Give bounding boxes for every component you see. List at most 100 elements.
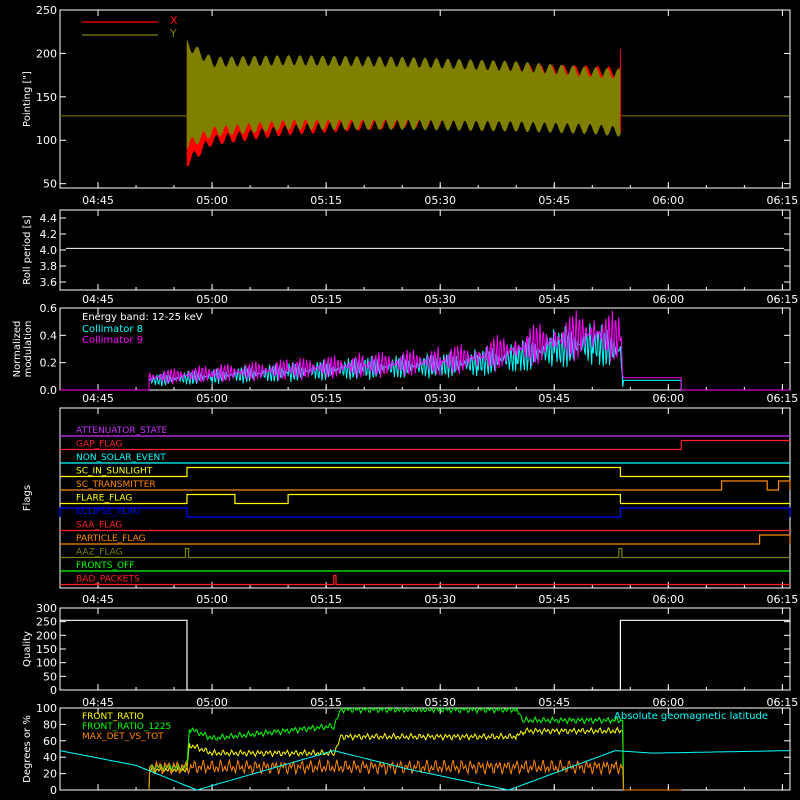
legend-label: FRONT_RATIO — [82, 712, 144, 722]
flag-label: SC_TRANSMITTER — [76, 480, 156, 490]
x-tick-label: 05:00 — [196, 593, 228, 606]
flag-label: GAP_FLAG — [76, 440, 122, 450]
x-tick-label: 06:00 — [652, 392, 684, 405]
legend-label: X — [170, 14, 178, 27]
x-tick-label: 05:30 — [424, 194, 456, 207]
plot-frame — [59, 209, 791, 291]
y-tick-label: 4.0 — [40, 244, 58, 257]
y-tick-label: 0.2 — [40, 357, 58, 370]
y-tick-label: 0.0 — [40, 384, 58, 397]
y-tick-label: 3.8 — [40, 260, 58, 273]
flag-label: PARTICLE_FLAG — [76, 534, 146, 544]
x-tick-label: 06:00 — [652, 696, 684, 709]
flag-line — [60, 466, 790, 478]
x-tick-label: 05:15 — [310, 293, 342, 306]
figure: 04:45 05:00 05:15 05:30 05:45 06:00 06:1550100… — [12, 4, 799, 797]
y-tick-label: 100 — [36, 657, 57, 670]
flag-label: AAZ_FLAG — [76, 548, 123, 558]
flag-label: BAD_PACKETS — [76, 575, 140, 585]
x-tick-label: 05:00 — [196, 392, 228, 405]
y-tick-label: 0 — [50, 684, 57, 697]
fronts-panel: 0 20 40 60 80 100Degrees or % FRONT_RATIOFRONT… — [22, 702, 791, 797]
legend-label: Collimator 9 — [82, 335, 143, 346]
y-pointing-band — [186, 39, 621, 150]
legend-label: Y — [169, 27, 177, 40]
y-tick-label: 4.2 — [40, 228, 58, 241]
pointing-panel: 04:45 05:00 05:15 05:30 05:45 06:00 06:15 50 100… — [22, 4, 798, 207]
y-axis-label: Flags — [22, 485, 33, 511]
flag-label: FRONTS_OFF — [76, 561, 134, 571]
legend-label: FRONT_RATIO_1225 — [82, 722, 171, 732]
x-tick-label: 06:15 — [767, 293, 799, 306]
flag-line — [60, 547, 790, 559]
flag-line — [60, 480, 791, 491]
x-tick-label: 05:15 — [310, 392, 342, 405]
fronts-series-line — [148, 758, 682, 791]
quality-line — [60, 619, 790, 691]
x-tick-label: 04:45 — [82, 293, 114, 306]
x-tick-label: 04:45 — [82, 696, 114, 709]
x-tick-label: 05:00 — [196, 293, 228, 306]
x-tick-label: 06:15 — [767, 593, 799, 606]
x-tick-label: 05:15 — [310, 696, 342, 709]
y-tick-label: 50 — [43, 670, 57, 683]
y-tick-label: 150 — [36, 643, 57, 656]
x-tick-label: 06:15 — [767, 696, 799, 709]
y-tick-label: 50 — [43, 178, 57, 191]
x-tick-label: 04:45 — [82, 593, 114, 606]
x-tick-label: 05:45 — [538, 392, 570, 405]
x-tick-label: 05:15 — [310, 593, 342, 606]
y-tick-label: 4.4 — [40, 212, 58, 225]
fronts-series-line — [148, 706, 682, 791]
x-tick-label: 04:45 — [82, 194, 114, 207]
x-tick-label: 05:45 — [538, 593, 570, 606]
y-tick-label: 20 — [43, 768, 57, 781]
y-axis-label: Roll period [s] — [22, 215, 33, 284]
legend-label: MAX_DET_VS_TOT — [82, 732, 164, 742]
y-tick-label: 3.6 — [40, 276, 58, 289]
flag-label: SAA_FLAG — [76, 521, 122, 531]
x-tick-label: 05:00 — [196, 696, 228, 709]
y-tick-label: 80 — [43, 718, 57, 731]
y-axis-label: Degrees or % — [22, 715, 33, 783]
quality-panel: 04:45 05:00 05:15 05:30 05:45 06:00 06:15 05010… — [22, 602, 798, 709]
y-tick-label: 40 — [43, 751, 57, 764]
y-tick-label: 150 — [36, 91, 57, 104]
y-tick-label: 250 — [36, 4, 57, 17]
x-tick-label: 05:45 — [538, 194, 570, 207]
modulation-panel: 04:45 05:00 05:15 05:30 05:45 06:00 06:15 0.0 0.… — [12, 302, 798, 405]
plot-frame — [59, 407, 791, 589]
y-axis-label: Normalized — [12, 321, 23, 378]
y-tick-label: 0 — [50, 784, 57, 797]
flags-panel: 04:45 05:00 05:15 05:30 05:45 06:00 06:15 Flags… — [22, 407, 799, 606]
x-tick-label: 06:00 — [652, 194, 684, 207]
x-tick-label: 05:45 — [538, 293, 570, 306]
flag-line — [60, 439, 790, 451]
y-tick-label: 200 — [36, 629, 57, 642]
y-axis-label: Pointing ["] — [22, 71, 33, 127]
legend-label: Absolute geomagnetic latitude — [614, 711, 768, 722]
x-tick-label: 05:30 — [424, 696, 456, 709]
y-tick-label: 0.6 — [40, 302, 58, 315]
flag-label: FLARE_FLAG — [76, 494, 132, 504]
y-tick-label: 300 — [36, 602, 57, 615]
x-tick-label: 06:15 — [767, 392, 799, 405]
flag-line — [59, 507, 791, 518]
flag-line — [60, 574, 790, 586]
collimator-8-line — [60, 323, 790, 391]
energy-band-label: Energy band: 12-25 keV — [82, 312, 203, 323]
x-tick-label: 05:30 — [424, 392, 456, 405]
y-tick-label: 60 — [43, 735, 57, 748]
x-tick-label: 06:00 — [652, 593, 684, 606]
legend-label: Collimator 8 — [82, 324, 143, 335]
flag-line — [60, 493, 790, 505]
flag-label: NON_SOLAR_EVENT — [76, 453, 166, 463]
flag-label: ATTENUATOR_STATE — [76, 426, 168, 436]
y-tick-label: 200 — [36, 47, 57, 60]
y-tick-label: 100 — [36, 134, 57, 147]
y-tick-label: 250 — [36, 616, 57, 629]
y-tick-label: 0.4 — [40, 329, 58, 342]
flag-line — [60, 534, 791, 545]
x-tick-label: 05:00 — [196, 194, 228, 207]
x-tick-label: 06:00 — [652, 293, 684, 306]
